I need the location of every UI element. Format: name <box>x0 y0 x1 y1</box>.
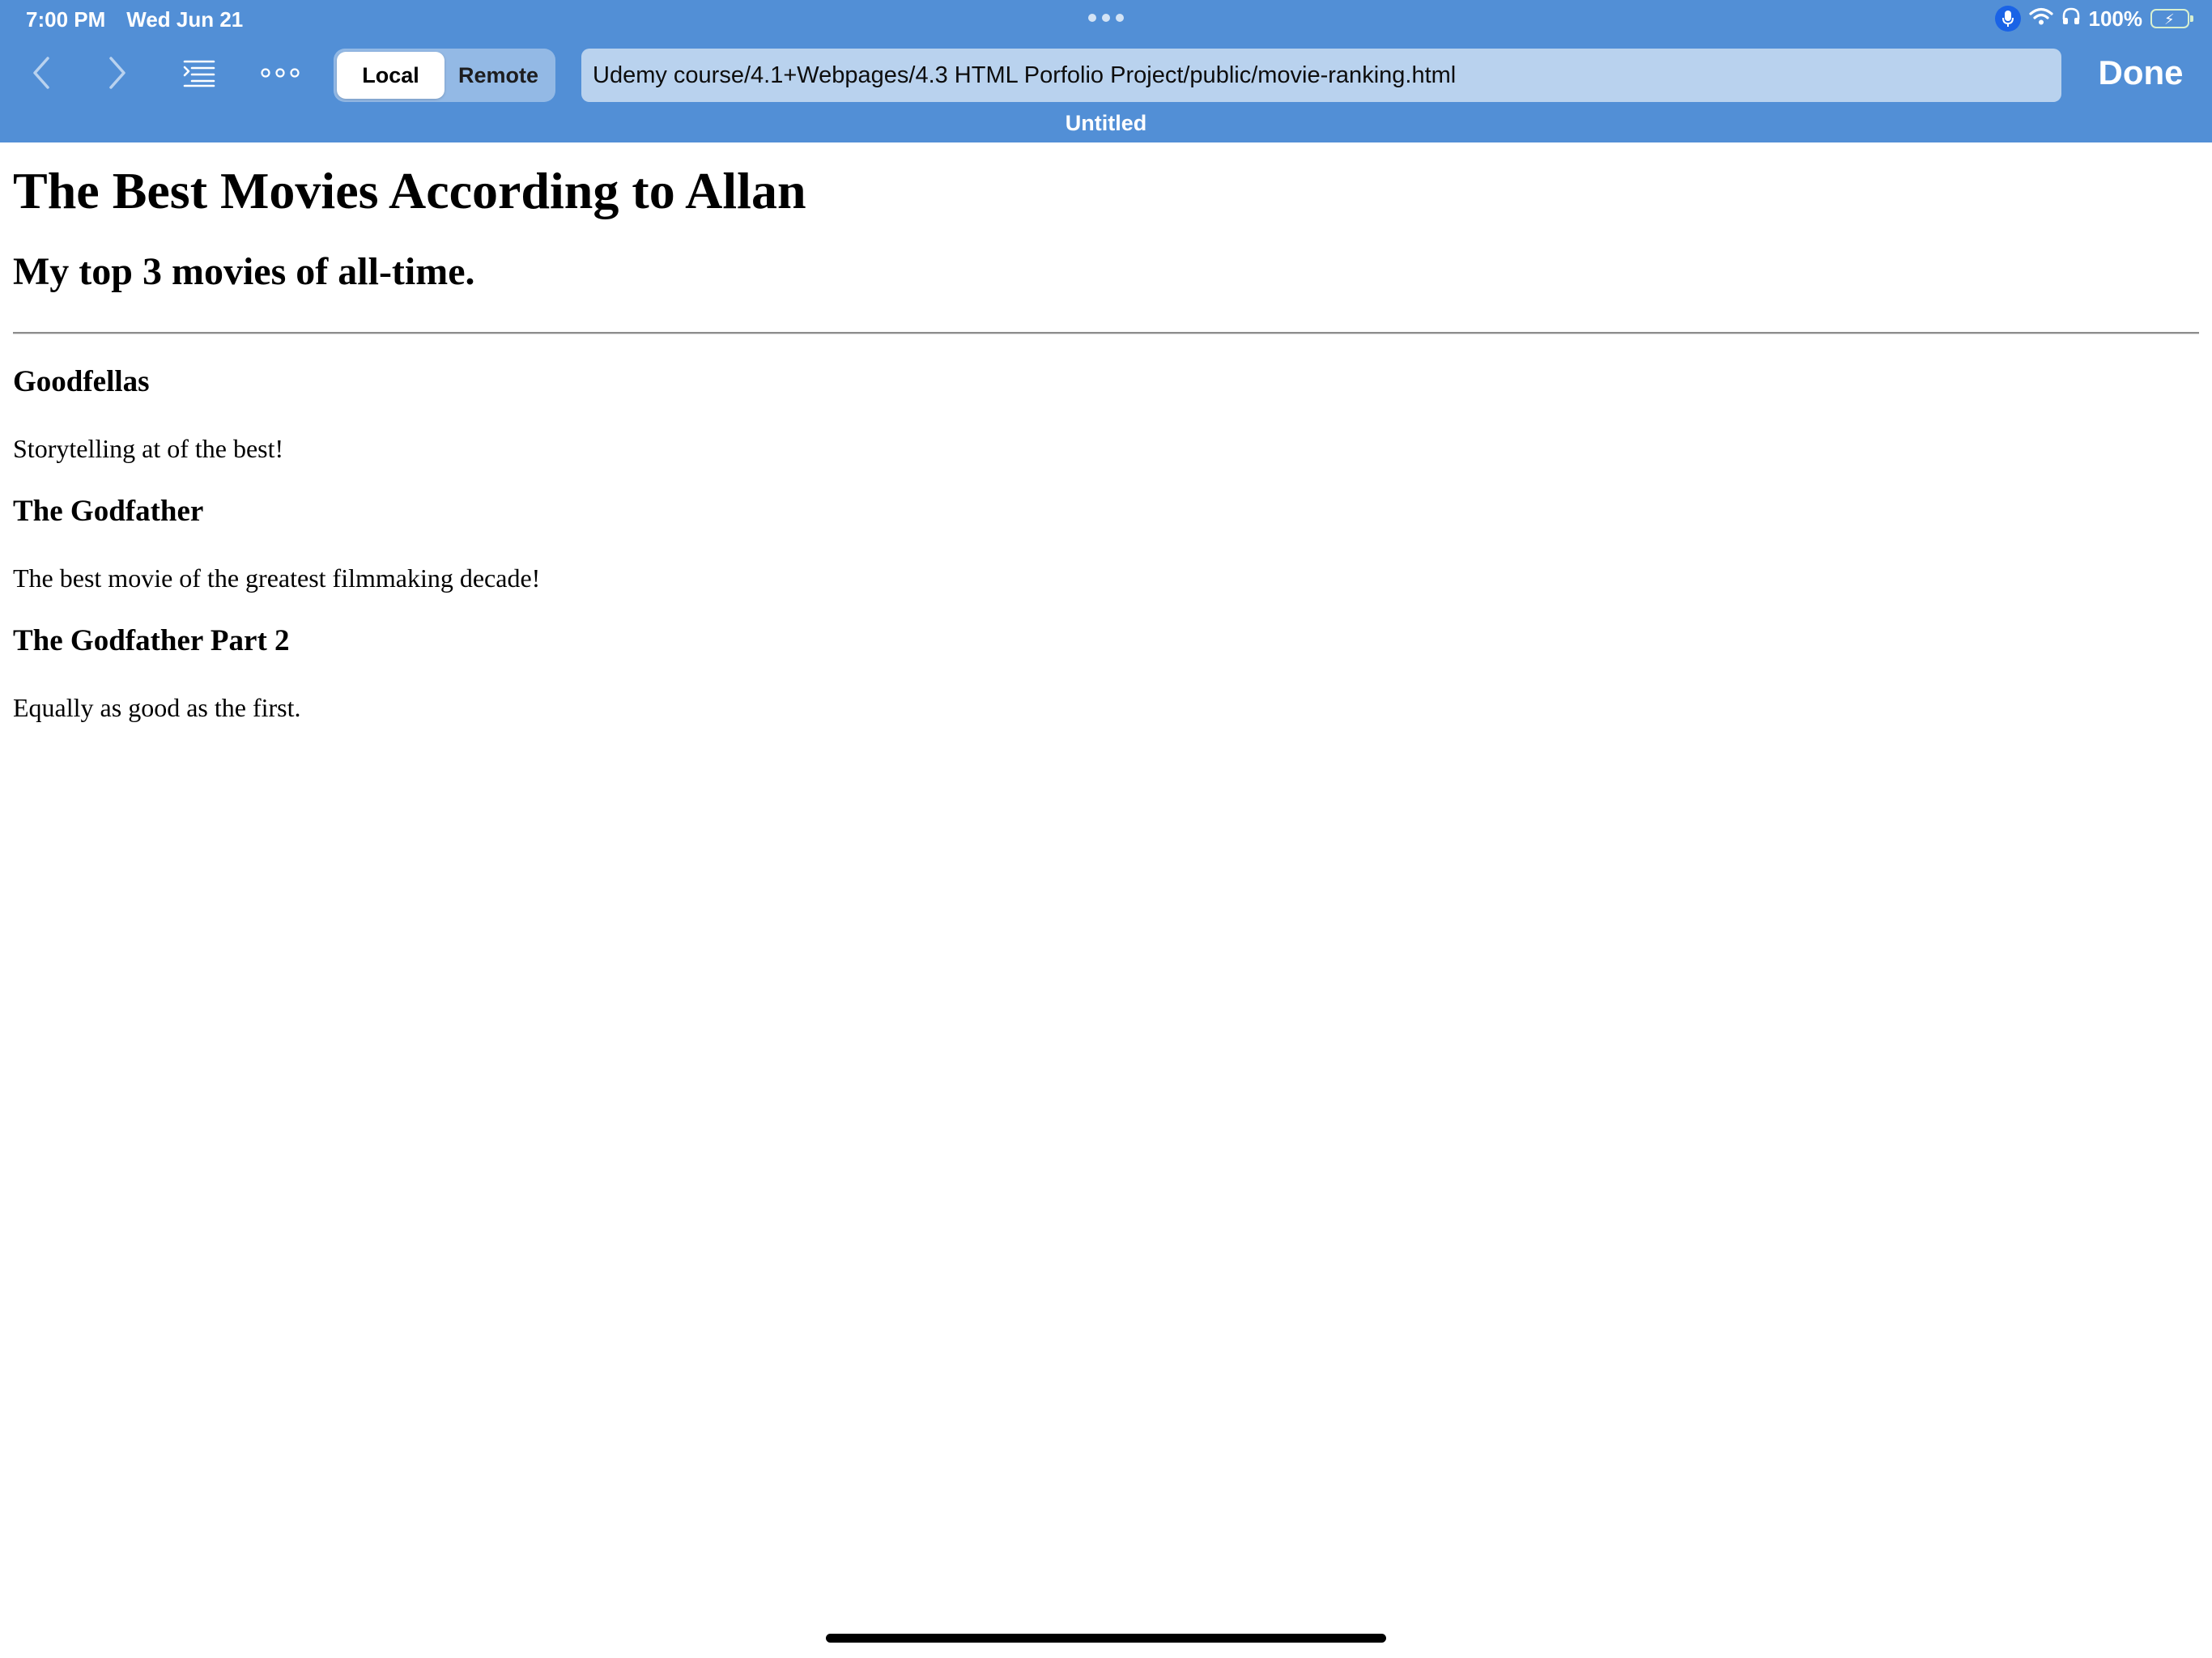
movie-description: Equally as good as the first. <box>13 693 301 722</box>
status-date: Wed Jun 21 <box>126 7 244 32</box>
outline-button[interactable] <box>177 50 222 96</box>
multitasking-dots-icon[interactable] <box>1088 14 1124 23</box>
chevron-right-icon <box>109 57 125 89</box>
battery-percent: 100% <box>2088 6 2143 31</box>
home-indicator[interactable] <box>826 1634 1386 1643</box>
horizontal-rule <box>13 332 2199 334</box>
more-dots-icon <box>261 68 300 78</box>
done-button[interactable]: Done <box>2092 50 2189 96</box>
forward-button[interactable] <box>94 50 139 96</box>
url-field[interactable]: Udemy course/4.1+Webpages/4.3 HTML Porfo… <box>581 49 2061 102</box>
segment-local[interactable]: Local <box>337 52 445 99</box>
status-bar-left: 7:00 PM Wed Jun 21 <box>26 6 243 32</box>
chevron-left-icon <box>33 57 49 89</box>
page-subheading: My top 3 movies of all-time. <box>13 250 475 293</box>
more-options-button[interactable] <box>257 50 303 96</box>
headphones-icon <box>2061 6 2081 32</box>
wifi-icon <box>2028 6 2053 32</box>
status-time: 7:00 PM <box>26 7 106 32</box>
back-button[interactable] <box>19 50 65 96</box>
movie-title: Goodfellas <box>13 365 150 398</box>
page-heading: The Best Movies According to Allan <box>13 162 806 219</box>
document-title: Untitled <box>1065 111 1147 135</box>
movie-title: The Godfather <box>13 495 204 528</box>
status-bar-right: 100% ⚡ <box>1994 5 2193 32</box>
browser-chrome: 7:00 PM Wed Jun 21 100% ⚡ Local Remote U… <box>0 0 2212 142</box>
list-indent-icon <box>183 60 215 87</box>
battery-icon: ⚡ <box>2150 9 2193 28</box>
segment-remote[interactable]: Remote <box>445 52 552 99</box>
local-remote-segmented-control: Local Remote <box>334 49 555 102</box>
charging-bolt-icon: ⚡ <box>2164 11 2175 28</box>
movie-description: The best movie of the greatest filmmakin… <box>13 563 541 593</box>
movie-description: Storytelling at of the best! <box>13 434 284 463</box>
microphone-icon <box>1994 6 2021 32</box>
movie-title: The Godfather Part 2 <box>13 624 290 657</box>
